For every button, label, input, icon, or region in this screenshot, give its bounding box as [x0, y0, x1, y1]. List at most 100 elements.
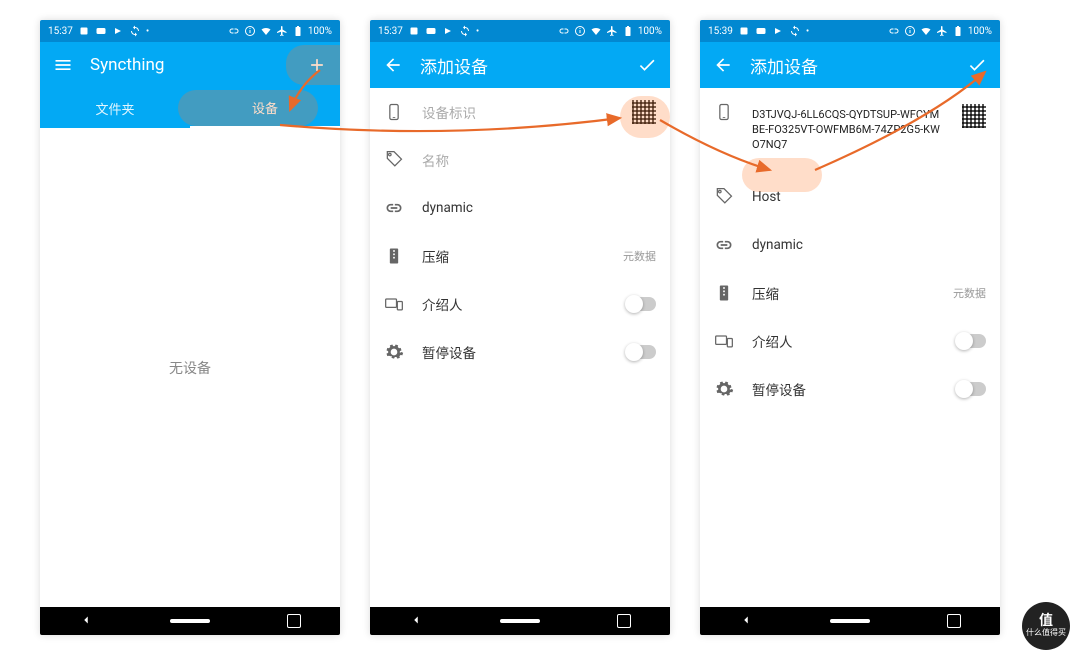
- row-device-id[interactable]: D3TJVQJ-6LL6CQS-QYDTSUP-WFCYMBE-FO325VT-…: [700, 88, 1000, 173]
- pause-toggle[interactable]: [626, 345, 656, 359]
- camera-icon: [772, 25, 784, 37]
- battery-text: 100%: [968, 26, 992, 37]
- phone-screen-3: 15:39 • 100% 添加设备: [700, 20, 1000, 635]
- youtube-icon: [425, 25, 437, 37]
- back-button[interactable]: [382, 54, 404, 76]
- row-addresses[interactable]: dynamic: [370, 184, 670, 232]
- battery-icon: [622, 25, 634, 37]
- tab-devices[interactable]: 设备: [190, 88, 340, 128]
- device-id-input[interactable]: 设备标识: [422, 102, 614, 122]
- compression-value: 元数据: [953, 285, 986, 301]
- watermark-logo: 值: [1026, 614, 1066, 629]
- battery-icon: [292, 25, 304, 37]
- row-device-id[interactable]: 设备标识: [370, 88, 670, 136]
- compression-label: 压缩: [422, 246, 605, 266]
- confirm-button[interactable]: [636, 54, 658, 76]
- zip-icon: [384, 246, 404, 266]
- phone-icon: [384, 102, 404, 122]
- nav-home[interactable]: [830, 619, 870, 623]
- app-title: Syncthing: [90, 55, 290, 75]
- youtube-icon: [755, 25, 767, 37]
- empty-devices-label: 无设备: [40, 128, 340, 607]
- app-bar: 添加设备: [700, 42, 1000, 88]
- row-pause[interactable]: 暂停设备: [370, 328, 670, 376]
- pause-label: 暂停设备: [752, 379, 938, 399]
- check-icon: [637, 55, 657, 75]
- nav-recent[interactable]: [287, 614, 301, 628]
- nav-home[interactable]: [170, 619, 210, 623]
- introducer-toggle[interactable]: [956, 334, 986, 348]
- plus-icon: [307, 55, 327, 75]
- status-bar: 15:37 • 100%: [370, 20, 670, 42]
- youtube-icon: [95, 25, 107, 37]
- arrow-back-icon: [383, 55, 403, 75]
- airplane-icon: [606, 25, 618, 37]
- add-button[interactable]: [306, 54, 328, 76]
- tag-icon: [714, 187, 734, 207]
- battery-text: 100%: [308, 26, 332, 37]
- row-addresses[interactable]: dynamic: [700, 221, 1000, 269]
- hamburger-icon: [53, 55, 73, 75]
- row-introducer[interactable]: 介绍人: [700, 317, 1000, 365]
- status-bar: 15:37 • 100%: [40, 20, 340, 42]
- nav-back[interactable]: [739, 612, 753, 631]
- battery-icon: [952, 25, 964, 37]
- info-icon: [904, 25, 916, 37]
- pause-label: 暂停设备: [422, 342, 608, 362]
- airplane-icon: [936, 25, 948, 37]
- qr-scan-button[interactable]: [632, 100, 656, 124]
- row-compression[interactable]: 压缩 元数据: [370, 232, 670, 280]
- row-name[interactable]: Host: [700, 173, 1000, 221]
- devices-icon: [384, 294, 404, 314]
- status-dot: •: [806, 26, 809, 37]
- row-compression[interactable]: 压缩 元数据: [700, 269, 1000, 317]
- phone-screen-1: 15:37 • 100% Syncthing: [40, 20, 340, 635]
- recording-icon: [408, 25, 420, 37]
- introducer-toggle[interactable]: [626, 297, 656, 311]
- content-area: D3TJVQJ-6LL6CQS-QYDTSUP-WFCYMBE-FO325VT-…: [700, 88, 1000, 607]
- wifi-icon: [260, 25, 272, 37]
- name-input[interactable]: 名称: [422, 150, 656, 170]
- back-button[interactable]: [712, 54, 734, 76]
- nav-bar: [700, 607, 1000, 635]
- link-icon: [228, 25, 240, 37]
- menu-button[interactable]: [52, 54, 74, 76]
- pause-toggle[interactable]: [956, 382, 986, 396]
- row-introducer[interactable]: 介绍人: [370, 280, 670, 328]
- watermark: 值 什么值得买: [1022, 602, 1070, 650]
- status-dot: •: [146, 26, 149, 37]
- qr-scan-button[interactable]: [962, 104, 986, 128]
- tag-icon: [384, 150, 404, 170]
- status-time: 15:37: [48, 26, 73, 37]
- camera-icon: [112, 25, 124, 37]
- nav-bar: [40, 607, 340, 635]
- name-value[interactable]: Host: [752, 189, 986, 205]
- nav-recent[interactable]: [947, 614, 961, 628]
- content-area: 无设备: [40, 128, 340, 607]
- tab-folders[interactable]: 文件夹: [40, 88, 190, 128]
- nav-back[interactable]: [409, 612, 423, 631]
- sync-icon: [129, 25, 141, 37]
- wifi-icon: [590, 25, 602, 37]
- nav-home[interactable]: [500, 619, 540, 623]
- info-icon: [244, 25, 256, 37]
- addresses-value: dynamic: [752, 237, 986, 253]
- airplane-icon: [276, 25, 288, 37]
- watermark-text: 什么值得买: [1026, 628, 1066, 637]
- status-time: 15:39: [708, 26, 733, 37]
- devices-icon: [714, 331, 734, 351]
- nav-bar: [370, 607, 670, 635]
- row-name[interactable]: 名称: [370, 136, 670, 184]
- introducer-label: 介绍人: [752, 331, 938, 351]
- wifi-icon: [920, 25, 932, 37]
- confirm-button[interactable]: [966, 54, 988, 76]
- page-title: 添加设备: [420, 53, 620, 78]
- page-title: 添加设备: [750, 53, 950, 78]
- check-icon: [967, 55, 987, 75]
- sync-icon: [789, 25, 801, 37]
- phone-icon: [714, 102, 734, 122]
- nav-recent[interactable]: [617, 614, 631, 628]
- nav-back[interactable]: [79, 612, 93, 631]
- row-pause[interactable]: 暂停设备: [700, 365, 1000, 413]
- link-icon: [558, 25, 570, 37]
